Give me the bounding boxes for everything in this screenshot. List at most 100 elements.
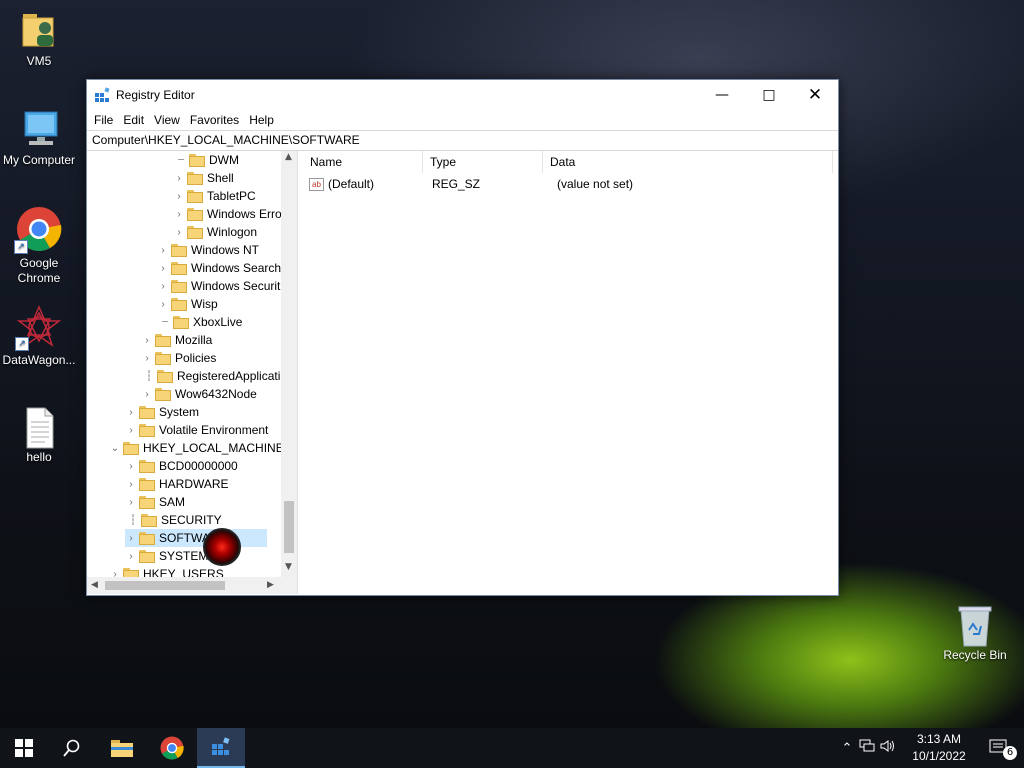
tree-node-wow6432node[interactable]: › Wow6432Node: [141, 385, 257, 403]
folder-icon: [187, 189, 203, 203]
tree-node-policies[interactable]: › Policies: [141, 349, 216, 367]
desktop-icon-google-chrome[interactable]: ↗ Google Chrome: [0, 206, 81, 286]
desktop-icon-label: VM5: [26, 54, 52, 68]
chevron-right-icon[interactable]: ›: [125, 496, 137, 508]
speaker-icon[interactable]: [878, 739, 898, 757]
computer-icon: [19, 109, 59, 149]
tree-node-hardware[interactable]: › HARDWARE: [125, 475, 228, 493]
column-header-type[interactable]: Type: [423, 151, 543, 173]
chevron-right-icon[interactable]: ›: [125, 460, 137, 472]
menu-edit[interactable]: Edit: [118, 113, 149, 127]
minimize-button[interactable]: —: [699, 80, 745, 110]
column-header-name[interactable]: Name: [303, 151, 423, 173]
values-list-pane: Name Type Data ab (Default) REG_SZ (valu…: [303, 151, 838, 594]
tree-node-windows-security[interactable]: › Windows Securit: [157, 277, 280, 295]
file-explorer-button[interactable]: [98, 728, 146, 768]
chevron-right-icon[interactable]: ›: [125, 478, 137, 490]
desktop-icon-recycle-bin[interactable]: Recycle Bin: [933, 604, 1017, 663]
tree-node-system-user[interactable]: › System: [125, 403, 199, 421]
chevron-right-icon[interactable]: ›: [125, 424, 137, 436]
chevron-right-icon[interactable]: ›: [125, 406, 137, 418]
system-tray: ⌃: [838, 728, 898, 768]
title-bar[interactable]: Registry Editor — □ ✕: [87, 80, 838, 110]
chevron-right-icon[interactable]: ›: [157, 280, 169, 292]
desktop-icon-hello[interactable]: hello: [0, 406, 81, 465]
registry-editor-taskbar-button[interactable]: [197, 728, 245, 768]
tree-node-sam[interactable]: › SAM: [125, 493, 185, 511]
tree-node-hkey-local-machine[interactable]: ⌄ HKEY_LOCAL_MACHINE: [109, 439, 281, 457]
desktop-icon-vm5[interactable]: VM5: [0, 10, 81, 69]
address-bar[interactable]: Computer\HKEY_LOCAL_MACHINE\SOFTWARE: [87, 130, 838, 151]
close-button[interactable]: ✕: [792, 80, 838, 110]
tree-vertical-scroll-thumb[interactable]: [284, 501, 294, 553]
chevron-up-icon[interactable]: ⌃: [838, 741, 856, 756]
tree-node-tabletpc[interactable]: › TabletPC: [173, 187, 255, 205]
folder-icon: [187, 171, 203, 185]
desktop-icon-datawagon[interactable]: ↗ DataWagon...: [0, 305, 81, 368]
tree-node-dwm[interactable]: ┄ DWM: [175, 151, 239, 169]
maximize-button[interactable]: □: [746, 80, 792, 110]
desktop-icon-my-computer[interactable]: My Computer: [0, 109, 81, 168]
tree-node-registeredapplications[interactable]: ┆ RegisteredApplicati: [143, 367, 280, 385]
tree-node-software[interactable]: › SOFTWARE: [125, 529, 267, 547]
column-header-data[interactable]: Data: [543, 151, 833, 173]
scroll-up-icon[interactable]: ▲: [285, 152, 292, 162]
chevron-right-icon[interactable]: ›: [173, 226, 185, 238]
menu-help[interactable]: Help: [244, 113, 279, 127]
tree-node-security[interactable]: ┆ SECURITY: [127, 511, 222, 529]
tree-node-windows-error[interactable]: › Windows Erro: [173, 205, 281, 223]
scroll-right-icon[interactable]: ▶: [267, 580, 274, 590]
chevron-right-icon[interactable]: ›: [173, 190, 185, 202]
folder-icon: [171, 297, 187, 311]
tree-node-windows-nt[interactable]: › Windows NT: [157, 241, 259, 259]
chrome-taskbar-button[interactable]: [148, 728, 196, 768]
tree-node-hkey-users[interactable]: › HKEY_USERS: [109, 565, 224, 577]
chevron-right-icon[interactable]: ›: [141, 334, 153, 346]
value-row[interactable]: ab (Default) REG_SZ (value not set): [303, 173, 838, 195]
chevron-right-icon[interactable]: ›: [125, 550, 137, 562]
tree-node-mozilla[interactable]: › Mozilla: [141, 331, 212, 349]
taskbar-clock[interactable]: 3:13 AM 10/1/2022: [900, 731, 978, 765]
tree-horizontal-scrollbar[interactable]: ◀ ▶: [87, 577, 297, 594]
scroll-down-icon[interactable]: ▼: [285, 562, 292, 572]
search-button[interactable]: [48, 728, 96, 768]
tree-node-shell[interactable]: › Shell: [173, 169, 233, 187]
chevron-right-icon[interactable]: ›: [141, 388, 153, 400]
chevron-right-icon[interactable]: ›: [157, 244, 169, 256]
tree-node-xboxlive[interactable]: ┄ XboxLive: [159, 313, 242, 331]
chevron-down-icon[interactable]: ⌄: [109, 442, 121, 454]
value-type: REG_SZ: [432, 177, 481, 191]
folder-icon: [139, 531, 155, 545]
folder-icon: [139, 495, 155, 509]
window-title: Registry Editor: [116, 88, 195, 102]
folder-icon: [139, 459, 155, 473]
tree-horizontal-scroll-thumb[interactable]: [105, 581, 225, 590]
chevron-right-icon[interactable]: ›: [141, 352, 153, 364]
chevron-right-icon[interactable]: ›: [157, 298, 169, 310]
network-icon[interactable]: [856, 739, 878, 757]
tree-node-wisp[interactable]: › Wisp: [157, 295, 217, 313]
recycle-bin-icon: [955, 604, 995, 647]
chevron-right-icon[interactable]: ›: [109, 568, 121, 578]
menu-file[interactable]: File: [89, 113, 118, 127]
tree-node-windows-search[interactable]: › Windows Search: [157, 259, 281, 277]
tree-node-volatile-environment[interactable]: › Volatile Environment: [125, 421, 268, 439]
start-button[interactable]: [0, 728, 48, 768]
chevron-right-icon[interactable]: ›: [173, 172, 185, 184]
menu-view[interactable]: View: [149, 113, 185, 127]
folder-icon: [173, 315, 189, 329]
tree-node-system[interactable]: › SYSTEM: [125, 547, 208, 565]
tree-node-bcd00000000[interactable]: › BCD00000000: [125, 457, 237, 475]
tree-node-winlogon[interactable]: › Winlogon: [173, 223, 257, 241]
tree-line-icon: ┄: [177, 154, 185, 166]
tree-vertical-scrollbar[interactable]: ▲ ▼: [281, 151, 297, 577]
folder-icon: [139, 549, 155, 563]
folder-icon: [139, 405, 155, 419]
scroll-left-icon[interactable]: ◀: [91, 580, 98, 590]
value-data: (value not set): [557, 177, 634, 191]
menu-favorites[interactable]: Favorites: [185, 113, 244, 127]
chevron-right-icon[interactable]: ›: [157, 262, 169, 274]
chevron-right-icon[interactable]: ›: [125, 532, 137, 544]
chevron-right-icon[interactable]: ›: [173, 208, 185, 220]
action-center-button[interactable]: 6: [976, 728, 1024, 768]
